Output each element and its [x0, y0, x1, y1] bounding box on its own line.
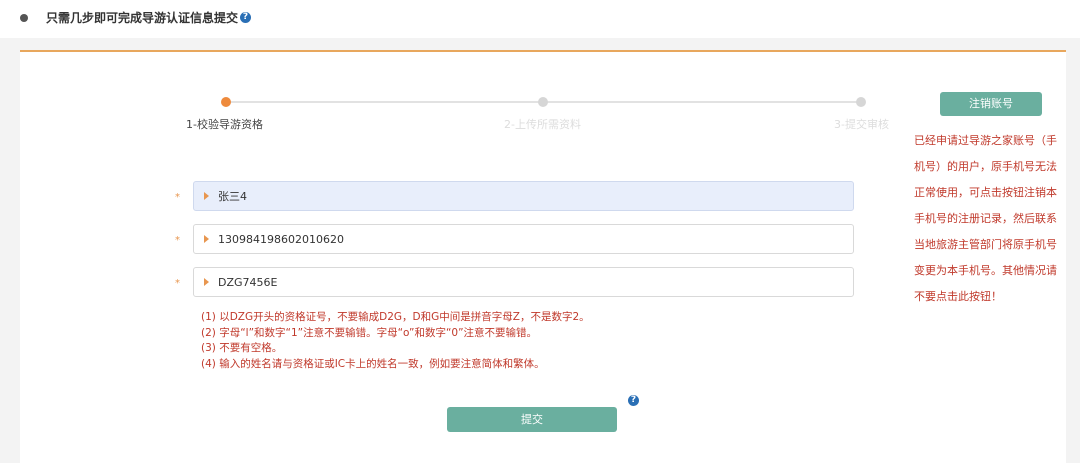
certificate-field[interactable]: DZG7456E — [193, 267, 854, 297]
side-note-line: 当地旅游主管部门将原手机号 — [914, 238, 1057, 251]
side-note-line: 正常使用，可点击按钮注销本 — [914, 186, 1057, 199]
note-line-2: (2) 字母“l”和数字“1”注意不要输错。字母“o”和数字“0”注意不要输错。 — [201, 326, 538, 339]
step-3-node — [856, 97, 866, 107]
cancel-account-button[interactable]: 注销账号 — [940, 92, 1042, 116]
cancel-account-note: 已经申请过导游之家账号（手 机号）的用户，原手机号无法 正常使用，可点击按钮注销… — [914, 128, 1062, 310]
id-number-field[interactable]: 130984198602010620 — [193, 224, 854, 254]
side-note-line: 不要点击此按钮！ — [914, 290, 1002, 303]
note-line-1: (1) 以DZG开头的资格证号，不要输成D2G，D和G中间是拼音字母Z，不是数字… — [201, 311, 590, 323]
side-note-line: 已经申请过导游之家账号（手 — [914, 134, 1057, 147]
name-field[interactable]: 张三4 — [193, 181, 854, 211]
page-title: 只需几步即可完成导游认证信息提交 — [46, 11, 239, 25]
note-line-3: (3) 不要有空格。 — [201, 342, 283, 355]
side-note-line: 变更为本手机号。其他情况请 — [914, 264, 1057, 277]
required-mark-cert: * — [175, 278, 180, 289]
side-note-line: 手机号的注册记录，然后联系 — [914, 212, 1057, 225]
required-mark-id: * — [175, 235, 180, 246]
caret-right-icon — [204, 278, 209, 286]
certificate-value: DZG7456E — [218, 276, 278, 289]
note-line-4: (4) 输入的姓名请与资格证或IC卡上的姓名一致，例如要注意简体和繁体。 — [201, 357, 545, 370]
input-notes: (1) 以DZG开头的资格证号，不要输成D2G，D和G中间是拼音字母Z，不是数字… — [201, 310, 590, 372]
name-value: 张三4 — [218, 190, 247, 203]
submit-button[interactable]: 提交 — [447, 407, 617, 432]
required-mark-name: * — [175, 192, 180, 203]
help-icon[interactable]: ? — [628, 395, 639, 406]
step-1-node — [221, 97, 231, 107]
progress-steps: 1-校验导游资格 2-上传所需资料 3-提交审核 — [186, 96, 889, 136]
help-icon[interactable]: ? — [240, 12, 251, 23]
step-2-label: 2-上传所需资料 — [504, 118, 581, 131]
caret-right-icon — [204, 235, 209, 243]
bullet-icon — [20, 14, 28, 22]
step-3-label: 3-提交审核 — [834, 118, 889, 131]
caret-right-icon — [204, 192, 209, 200]
step-2-node — [538, 97, 548, 107]
header-bar: 只需几步即可完成导游认证信息提交 ? — [0, 0, 1080, 38]
side-note-line: 机号）的用户，原手机号无法 — [914, 160, 1057, 173]
step-1-label: 1-校验导游资格 — [186, 118, 263, 131]
id-number-value: 130984198602010620 — [218, 233, 344, 246]
